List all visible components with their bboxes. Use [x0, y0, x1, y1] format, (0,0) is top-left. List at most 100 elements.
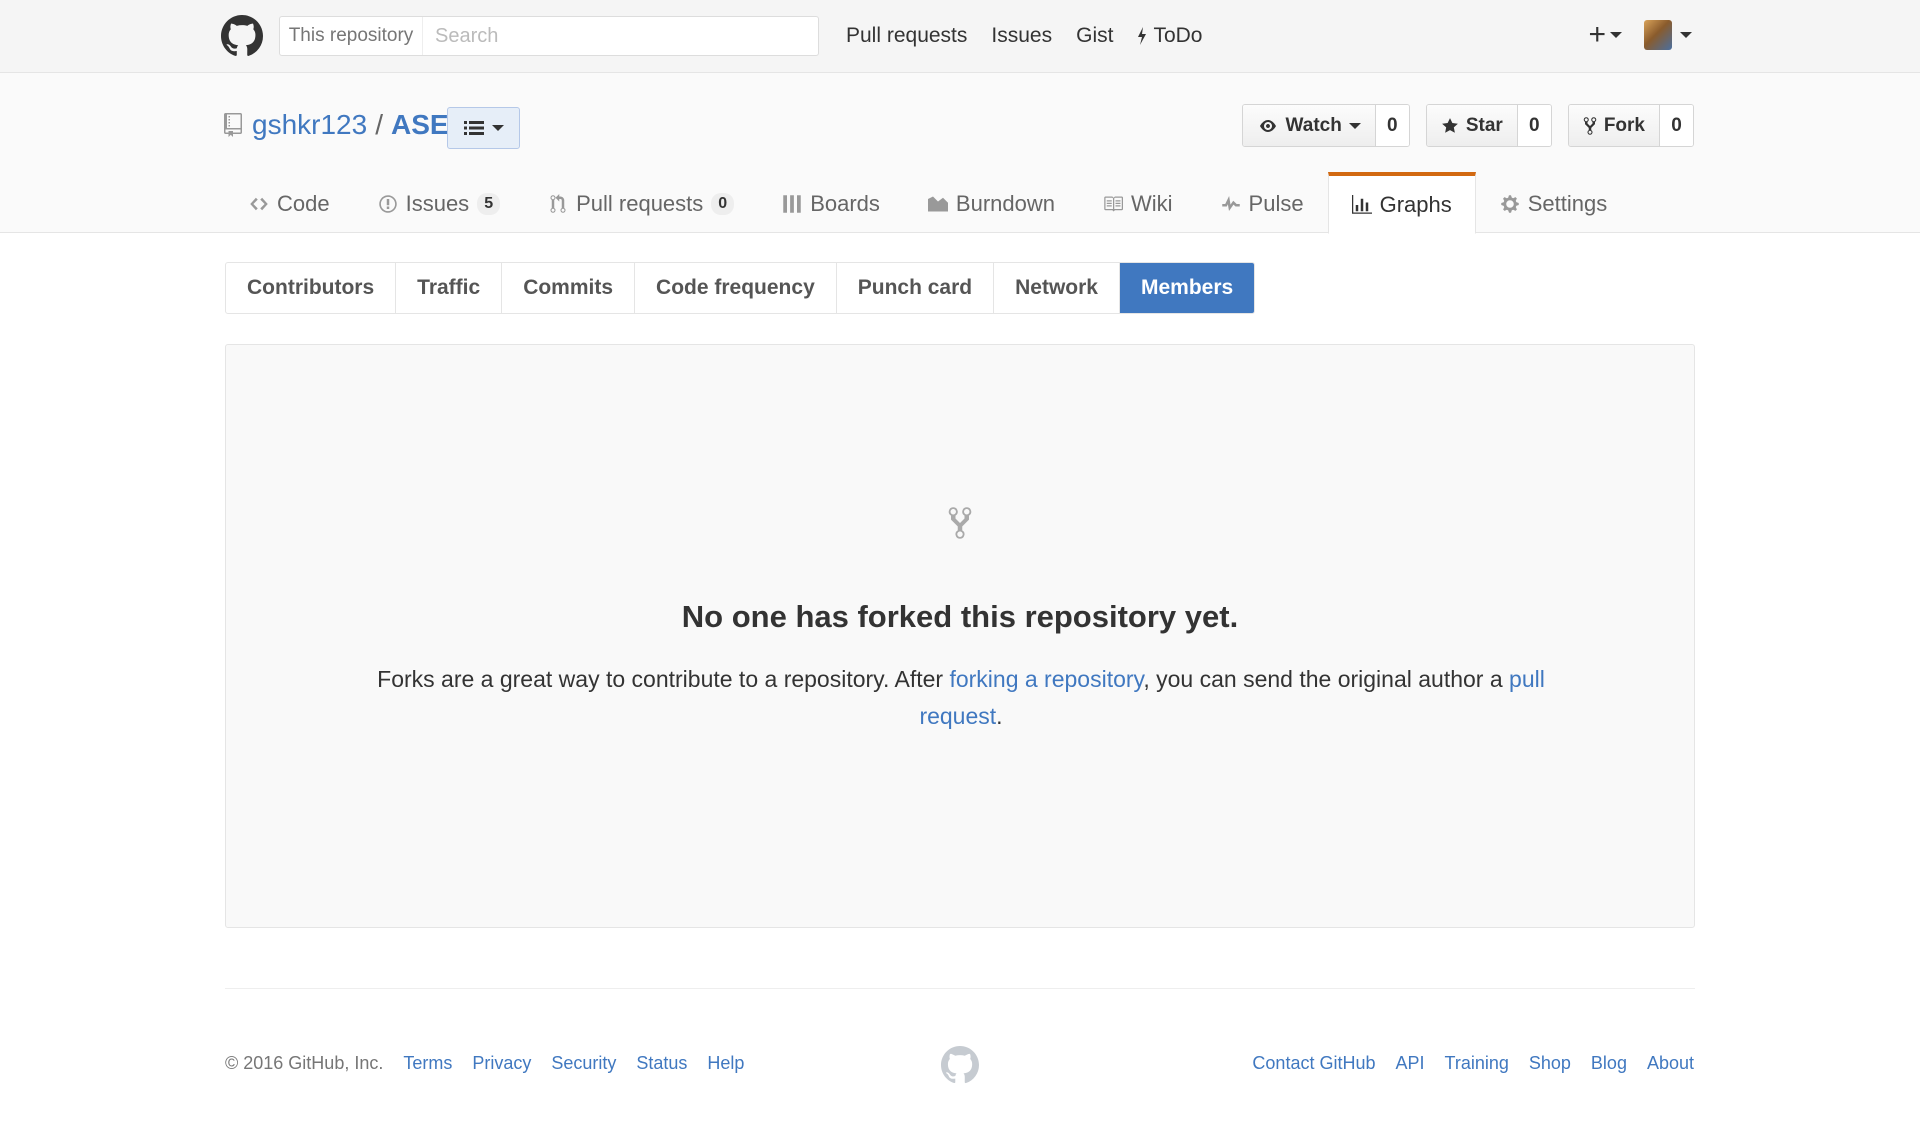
pagehead-actions: Watch 0 Star 0 Fork 0	[1241, 104, 1694, 147]
tab-code[interactable]: Code	[225, 172, 354, 233]
fork-icon	[948, 507, 972, 539]
repo-icon	[224, 113, 242, 137]
avatar	[1644, 20, 1672, 50]
footer-link-privacy[interactable]: Privacy	[472, 1053, 531, 1074]
watch-button[interactable]: Watch	[1242, 105, 1376, 146]
issue-icon	[378, 194, 397, 213]
subnav-commits[interactable]: Commits	[502, 263, 636, 313]
footer-link-contact[interactable]: Contact GitHub	[1252, 1053, 1375, 1074]
blankslate-text: Forks are a great way to contribute to a…	[336, 661, 1586, 735]
caret-down-icon	[1680, 32, 1692, 38]
fork-group: Fork 0	[1567, 104, 1694, 147]
nav-todo[interactable]: ToDo	[1137, 24, 1202, 48]
gear-icon	[1500, 194, 1519, 213]
lightning-icon	[1138, 27, 1147, 45]
nav-pull-requests[interactable]: Pull requests	[846, 24, 967, 48]
github-logo-icon[interactable]	[221, 15, 263, 57]
footer-divider	[225, 988, 1695, 989]
repo-nav: Code Issues 5 Pull requests 0 Boards Bur…	[225, 172, 1632, 234]
tab-issues-label: Issues	[405, 190, 470, 216]
nav-gist[interactable]: Gist	[1076, 24, 1113, 48]
tab-boards[interactable]: Boards	[758, 172, 904, 233]
list-icon	[463, 121, 484, 135]
repo-menu-button[interactable]	[447, 107, 520, 149]
search-input[interactable]	[423, 17, 818, 55]
nav-issues[interactable]: Issues	[991, 24, 1052, 48]
search-scope-label: This repository	[280, 17, 423, 55]
star-count[interactable]: 0	[1517, 105, 1551, 146]
watch-label: Watch	[1285, 114, 1342, 136]
copyright: © 2016 GitHub, Inc.	[225, 1053, 384, 1073]
code-icon	[250, 197, 268, 210]
subnav-members[interactable]: Members	[1119, 263, 1255, 313]
footer-link-api[interactable]: API	[1395, 1053, 1424, 1074]
tab-graphs[interactable]: Graphs	[1327, 172, 1476, 234]
eye-icon	[1259, 119, 1276, 132]
pulse-icon	[1221, 195, 1240, 211]
watch-count[interactable]: 0	[1375, 105, 1409, 146]
user-menu-button[interactable]	[1644, 20, 1692, 50]
blankslate-text-part-1: Forks are a great way to contribute to a…	[377, 666, 950, 692]
tab-wiki[interactable]: Wiki	[1079, 172, 1197, 233]
subnav-traffic[interactable]: Traffic	[396, 263, 503, 313]
subnav-code-frequency[interactable]: Code frequency	[635, 263, 837, 313]
subnav-network[interactable]: Network	[994, 263, 1120, 313]
fork-label: Fork	[1603, 114, 1645, 136]
pull-requests-count-badge: 0	[711, 192, 735, 215]
fork-button[interactable]: Fork	[1568, 105, 1660, 146]
repo-head: gshkr123 / ASE Watch 0 Star 0 Fork 0 Cod…	[0, 73, 1920, 234]
star-group: Star 0	[1425, 104, 1552, 147]
pull-request-icon	[550, 193, 566, 213]
footer-link-shop[interactable]: Shop	[1529, 1053, 1571, 1074]
tab-wiki-label: Wiki	[1130, 190, 1173, 216]
plus-icon: +	[1588, 18, 1606, 51]
graphs-subnav: Contributors Traffic Commits Code freque…	[225, 262, 1256, 314]
blankslate: No one has forked this repository yet. F…	[225, 344, 1695, 928]
tab-pull-requests[interactable]: Pull requests 0	[524, 172, 758, 233]
blankslate-text-part-3: .	[996, 703, 1003, 729]
star-label: Star	[1465, 114, 1503, 136]
tab-burndown[interactable]: Burndown	[904, 172, 1079, 233]
fork-icon	[1583, 116, 1597, 135]
tab-pulse[interactable]: Pulse	[1197, 172, 1328, 233]
star-button[interactable]: Star	[1426, 105, 1518, 146]
fork-count[interactable]: 0	[1660, 105, 1693, 146]
forking-a-repository-link[interactable]: forking a repository	[949, 666, 1143, 692]
tab-code-label: Code	[277, 190, 330, 216]
repo-path-separator: /	[375, 109, 383, 140]
github-mark-icon[interactable]	[941, 1046, 979, 1084]
repo-name-link[interactable]: ASE	[391, 109, 449, 141]
site-header: This repository Pull requests Issues Gis…	[0, 0, 1920, 73]
watch-group: Watch 0	[1241, 104, 1410, 147]
subnav-punch-card[interactable]: Punch card	[837, 263, 995, 313]
tab-pull-requests-label: Pull requests	[576, 190, 704, 216]
footer-right: Contact GitHub API Training Shop Blog Ab…	[1252, 1053, 1694, 1074]
caret-down-icon	[491, 125, 504, 131]
repo-title: gshkr123 / ASE	[224, 109, 449, 141]
footer-link-training[interactable]: Training	[1445, 1053, 1509, 1074]
tab-burndown-label: Burndown	[955, 190, 1055, 216]
new-menu-button[interactable]: +	[1588, 18, 1622, 52]
tab-settings-label: Settings	[1527, 190, 1608, 216]
footer-link-blog[interactable]: Blog	[1591, 1053, 1627, 1074]
footer-link-terms[interactable]: Terms	[403, 1053, 452, 1074]
top-nav: Pull requests Issues Gist ToDo	[846, 24, 1202, 48]
footer-link-status[interactable]: Status	[636, 1053, 687, 1074]
search-box: This repository	[279, 16, 819, 56]
tab-pulse-label: Pulse	[1248, 190, 1304, 216]
burndown-icon	[927, 196, 948, 211]
tab-settings[interactable]: Settings	[1476, 172, 1632, 233]
star-icon	[1441, 117, 1458, 133]
tab-graphs-label: Graphs	[1379, 191, 1452, 217]
repo-owner-link[interactable]: gshkr123	[252, 109, 367, 141]
blankslate-title: No one has forked this repository yet.	[681, 599, 1239, 634]
tab-issues[interactable]: Issues 5	[354, 172, 525, 233]
footer-link-about[interactable]: About	[1647, 1053, 1694, 1074]
footer-link-help[interactable]: Help	[707, 1053, 744, 1074]
subnav-contributors[interactable]: Contributors	[226, 263, 397, 313]
tab-boards-label: Boards	[810, 190, 880, 216]
header-actions: +	[1588, 18, 1692, 52]
caret-down-icon	[1348, 122, 1361, 129]
caret-down-icon	[1610, 32, 1622, 38]
footer-link-security[interactable]: Security	[551, 1053, 616, 1074]
